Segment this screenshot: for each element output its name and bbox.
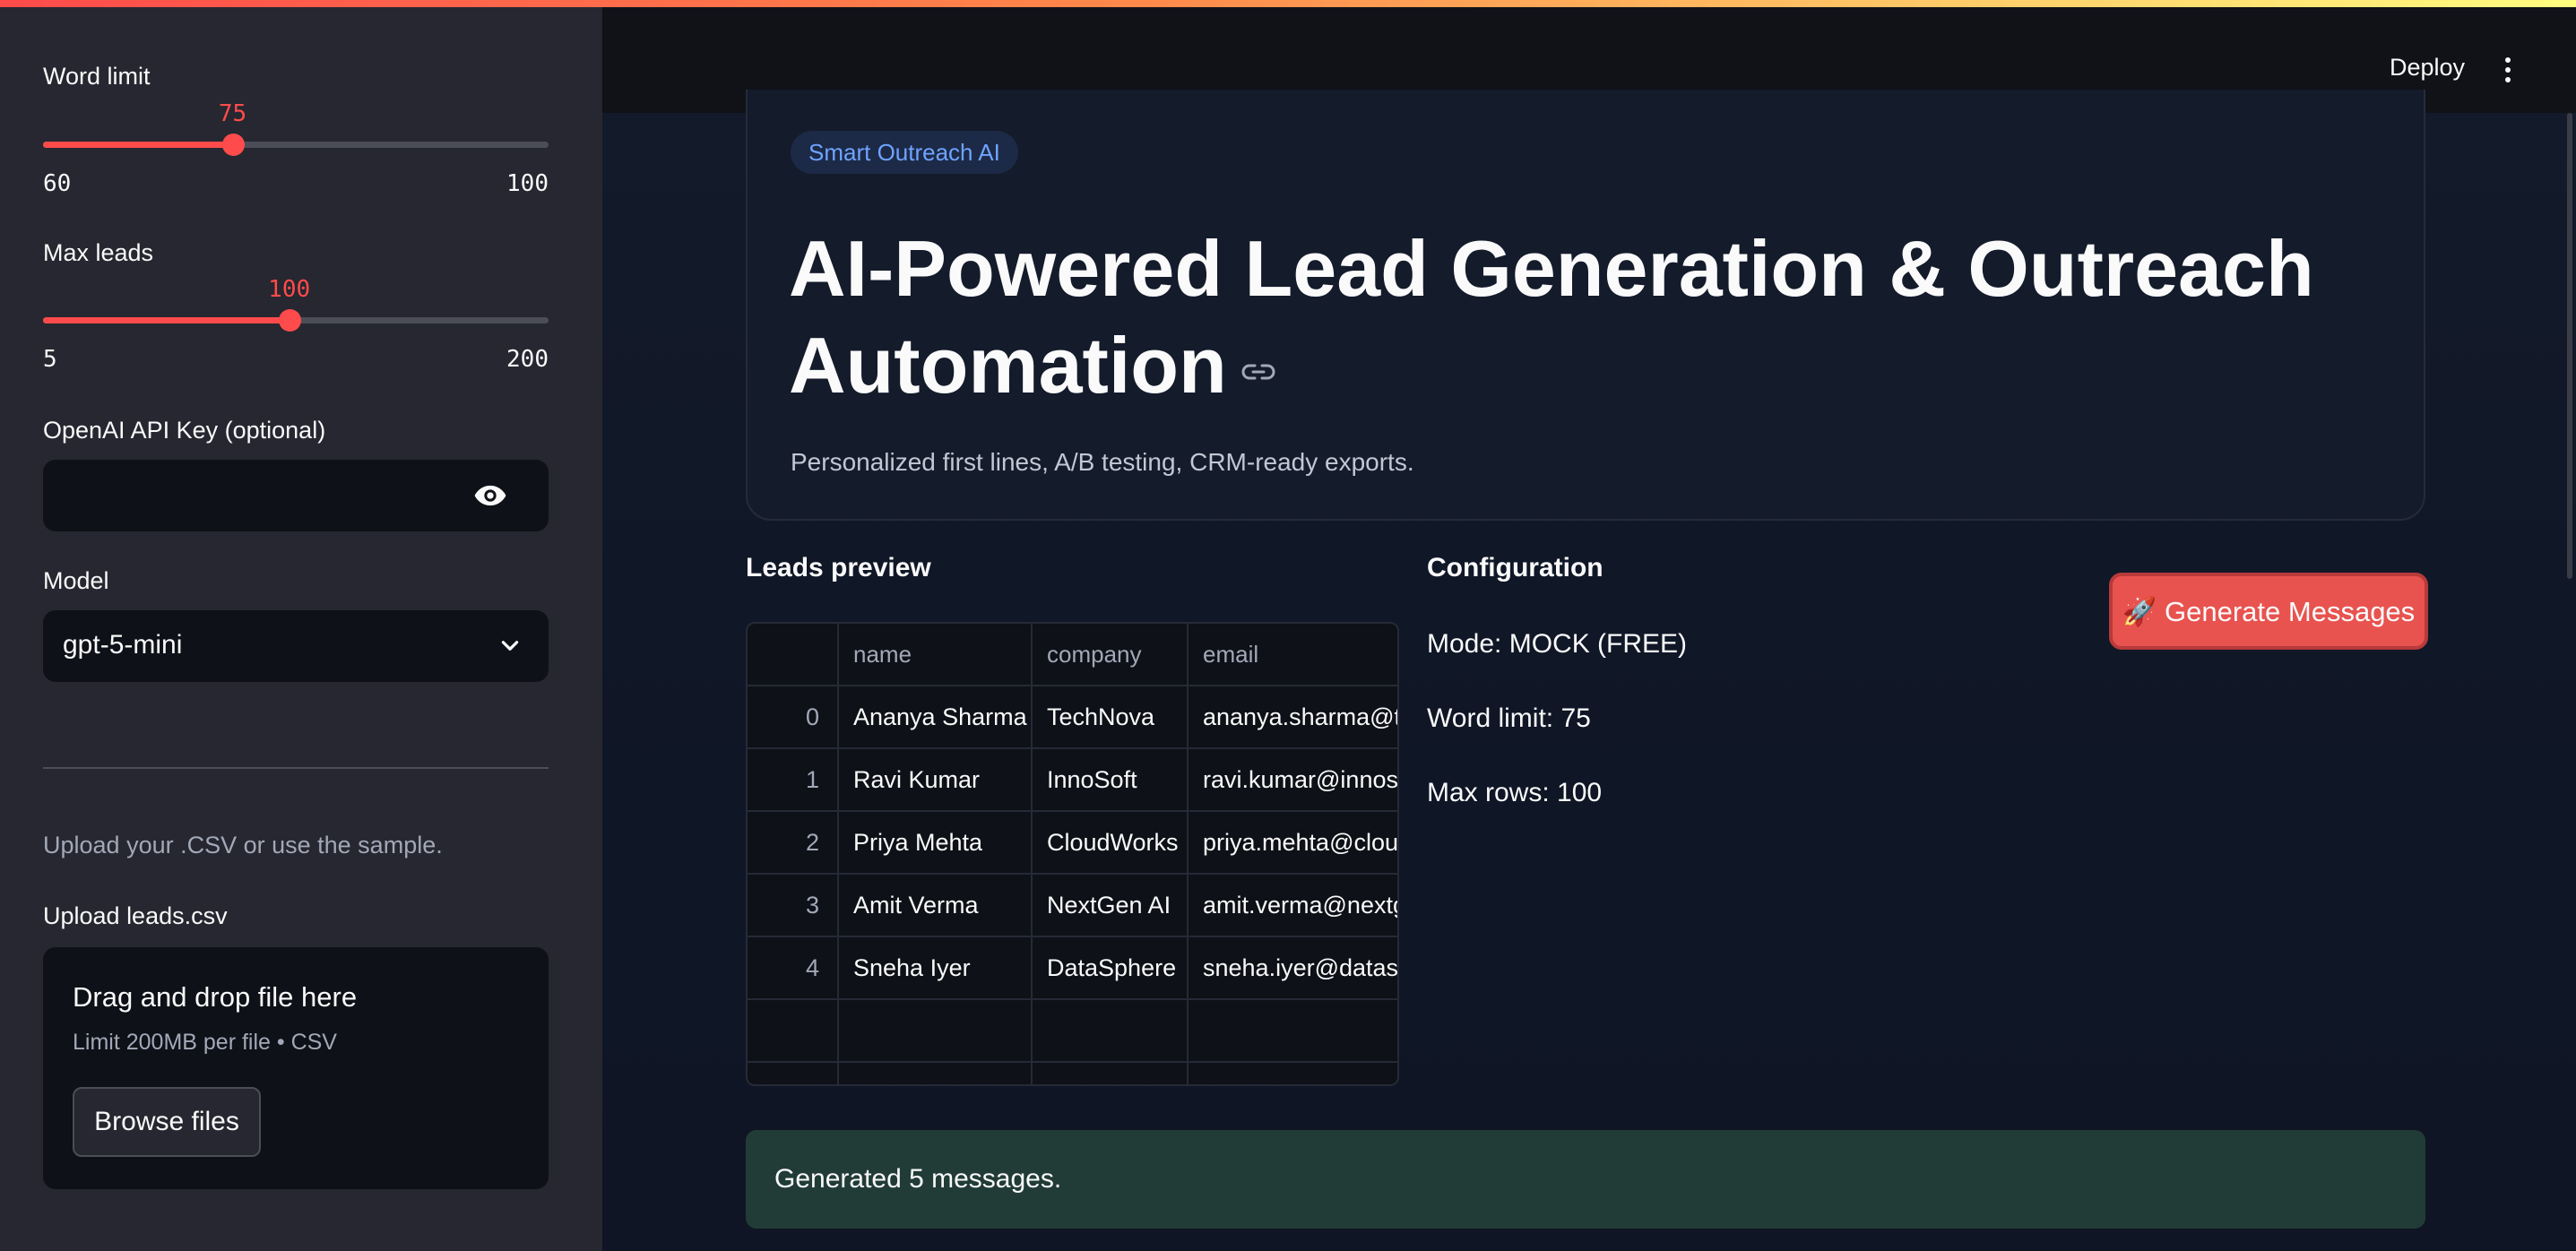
word-limit-range: 60 100 — [43, 170, 549, 197]
cell-email[interactable]: sneha.iyer@datasp — [1189, 937, 1397, 998]
config-max-rows: Max rows: 100 — [1427, 778, 1603, 807]
deploy-button[interactable]: Deploy — [2390, 54, 2465, 82]
max-leads-slider-fill — [43, 317, 290, 324]
cell-email[interactable]: ananya.sharma@te — [1189, 686, 1397, 747]
file-dropzone[interactable]: Drag and drop file here Limit 200MB per … — [43, 947, 549, 1189]
row-index: 4 — [748, 937, 839, 998]
dropzone-title: Drag and drop file here — [73, 981, 358, 1013]
max-leads-slider[interactable] — [43, 309, 549, 332]
cell-name[interactable]: Ananya Sharma — [839, 686, 1033, 747]
leads-preview-title: Leads preview — [746, 553, 931, 582]
cell-empty[interactable] — [839, 1000, 1033, 1061]
max-leads-max: 200 — [506, 346, 549, 373]
table-empty-row[interactable] — [748, 1063, 1397, 1084]
word-limit-value: 75 — [218, 100, 247, 127]
cell-company[interactable]: InnoSoft — [1033, 749, 1189, 810]
word-limit-max: 100 — [506, 170, 549, 197]
word-limit-label: Word limit — [43, 63, 151, 90]
scrollbar[interactable] — [2567, 113, 2572, 579]
row-index: 3 — [748, 875, 839, 936]
cell-email[interactable]: ravi.kumar@innosc — [1189, 749, 1397, 810]
cell-email[interactable]: priya.mehta@clouc — [1189, 812, 1397, 873]
cell-name[interactable]: Amit Verma — [839, 875, 1033, 936]
api-key-input[interactable] — [43, 460, 549, 531]
cell-company[interactable]: CloudWorks — [1033, 812, 1189, 873]
cell-empty[interactable] — [839, 1063, 1033, 1084]
max-leads-label: Max leads — [43, 239, 154, 266]
page-title: AI-Powered Lead Generation & Outreach Au… — [789, 220, 2384, 414]
configuration-title: Configuration — [1427, 553, 1604, 582]
model-selected-value: gpt-5-mini — [63, 630, 183, 660]
link-icon[interactable] — [1241, 362, 1275, 382]
row-index-empty — [748, 1063, 839, 1084]
word-limit-slider[interactable] — [43, 134, 549, 156]
max-leads-range: 5 200 — [43, 346, 549, 373]
dropzone-limit: Limit 200MB per file • CSV — [73, 1030, 337, 1055]
word-limit-min: 60 — [43, 170, 72, 197]
table-empty-row[interactable] — [748, 1000, 1397, 1063]
max-leads-min: 5 — [43, 346, 57, 373]
eye-icon[interactable] — [473, 481, 507, 510]
cell-empty[interactable] — [1033, 1000, 1189, 1061]
success-alert: Generated 5 messages. — [746, 1130, 2425, 1229]
cell-company[interactable]: NextGen AI — [1033, 875, 1189, 936]
cell-email[interactable]: amit.verma@nextg — [1189, 875, 1397, 936]
table-row[interactable]: 1 Ravi Kumar InnoSoft ravi.kumar@innosc — [748, 749, 1397, 812]
column-header-index — [748, 624, 839, 685]
table-row[interactable]: 0 Ananya Sharma TechNova ananya.sharma@t… — [748, 686, 1397, 749]
sidebar: Word limit 75 60 100 Max leads 100 5 200… — [0, 0, 602, 1251]
cell-company[interactable]: DataSphere — [1033, 937, 1189, 998]
table-header-row: name company email — [748, 624, 1397, 686]
cell-company[interactable]: TechNova — [1033, 686, 1189, 747]
model-label: Model — [43, 567, 109, 594]
table-row[interactable]: 4 Sneha Iyer DataSphere sneha.iyer@datas… — [748, 937, 1397, 1000]
cell-name[interactable]: Priya Mehta — [839, 812, 1033, 873]
sidebar-divider — [43, 767, 549, 769]
cell-empty[interactable] — [1189, 1063, 1397, 1084]
row-index: 0 — [748, 686, 839, 747]
row-index: 2 — [748, 812, 839, 873]
top-progress-line — [0, 0, 2576, 7]
column-header-company[interactable]: company — [1033, 624, 1189, 685]
more-menu-icon[interactable] — [2505, 57, 2512, 82]
cell-name[interactable]: Sneha Iyer — [839, 937, 1033, 998]
word-limit-slider-fill — [43, 142, 233, 148]
row-index: 1 — [748, 749, 839, 810]
success-message: Generated 5 messages. — [774, 1164, 1062, 1194]
page-subtitle: Personalized first lines, A/B testing, C… — [791, 448, 1414, 476]
upload-label: Upload leads.csv — [43, 902, 228, 929]
brand-pill: Smart Outreach AI — [791, 131, 1018, 174]
config-word-limit: Word limit: 75 — [1427, 703, 1591, 733]
table-row[interactable]: 2 Priya Mehta CloudWorks priya.mehta@clo… — [748, 812, 1397, 875]
cell-name[interactable]: Ravi Kumar — [839, 749, 1033, 810]
page-title-text: AI-Powered Lead Generation & Outreach Au… — [789, 224, 2314, 410]
word-limit-slider-thumb[interactable] — [221, 134, 245, 156]
max-leads-slider-thumb[interactable] — [278, 309, 301, 332]
chevron-down-icon — [501, 641, 519, 651]
model-select[interactable]: gpt-5-mini — [43, 610, 549, 682]
max-leads-value: 100 — [268, 276, 311, 303]
upload-hint: Upload your .CSV or use the sample. — [43, 832, 443, 858]
cell-empty[interactable] — [1033, 1063, 1189, 1084]
table-row[interactable]: 3 Amit Verma NextGen AI amit.verma@nextg — [748, 875, 1397, 937]
generate-messages-button[interactable]: 🚀 Generate Messages — [2109, 573, 2428, 650]
row-index-empty — [748, 1000, 839, 1061]
column-header-email[interactable]: email — [1189, 624, 1397, 685]
browse-files-button[interactable]: Browse files — [73, 1087, 261, 1157]
column-header-name[interactable]: name — [839, 624, 1033, 685]
leads-table[interactable]: name company email 0 Ananya Sharma TechN… — [746, 622, 1399, 1086]
config-mode: Mode: MOCK (FREE) — [1427, 629, 1688, 659]
api-key-label: OpenAI API Key (optional) — [43, 417, 326, 444]
cell-empty[interactable] — [1189, 1000, 1397, 1061]
